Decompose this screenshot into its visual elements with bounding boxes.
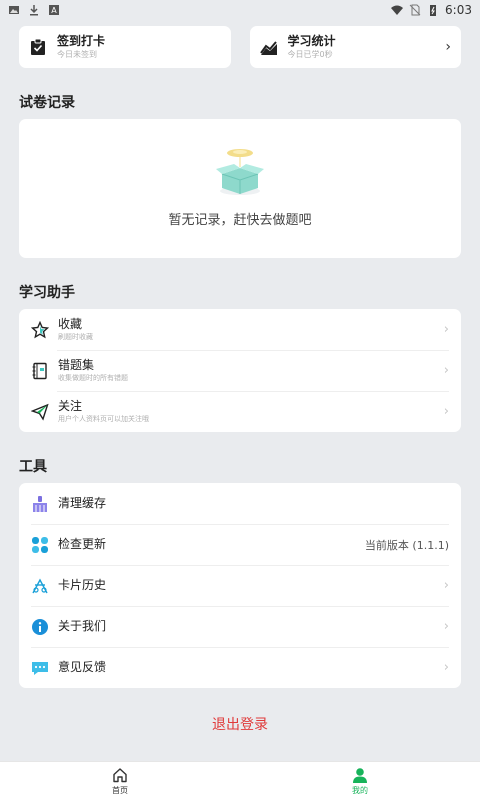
no-sim-icon [409, 4, 421, 16]
tool-item-feedback[interactable]: 意见反馈 › [19, 647, 461, 688]
feedback-icon [32, 661, 48, 675]
checkin-title: 签到打卡 [57, 34, 106, 48]
helper-item-subtitle: 刷题时收藏 [58, 333, 93, 341]
home-icon [113, 767, 127, 782]
paper-plane-icon [31, 403, 49, 421]
chevron-right-icon: › [443, 619, 449, 634]
helper-item-title: 错题集 [58, 358, 95, 372]
update-icon [32, 536, 48, 553]
tools-section-title: 工具 [19, 459, 47, 475]
battery-icon [430, 5, 437, 16]
tab-label: 首页 [112, 785, 128, 795]
tool-item-clear-cache[interactable]: 清理缓存 [19, 483, 461, 524]
tool-item-title: 检查更新 [58, 537, 107, 551]
image-icon [9, 6, 19, 14]
helper-item-mistakes[interactable]: 错题集 收集做题时的所有错题 › [19, 350, 461, 391]
wifi-icon [391, 5, 404, 15]
study-stats-card[interactable]: 学习统计 今日已学0秒 › [249, 26, 461, 68]
chevron-right-icon: › [443, 363, 449, 378]
status-bar: A 6:03 [0, 0, 480, 20]
helper-item-subtitle: 用户个人资料页可以加关注哦 [58, 415, 149, 423]
tools-list: 清理缓存 检查更新 当前版本 (1.1.1) 卡片历史 › 关于我们 › 意见反… [19, 483, 461, 688]
empty-message: 暂无记录，赶快去做题吧 [168, 213, 312, 228]
status-time: 6:03 [445, 3, 472, 17]
logout-button[interactable]: 退出登录 [19, 714, 461, 734]
checkin-subtitle: 今日未签到 [57, 50, 97, 59]
tab-label: 我的 [352, 785, 368, 795]
study-stats-title: 学习统计 [287, 34, 336, 48]
profile-icon [353, 767, 367, 783]
bottom-tab-bar: 首页 我的 [0, 761, 480, 800]
tab-mine[interactable]: 我的 [240, 762, 480, 800]
exam-records-empty-card: 暂无记录，赶快去做题吧 [19, 119, 461, 258]
tab-home[interactable]: 首页 [0, 762, 240, 800]
chevron-right-icon: › [443, 578, 449, 593]
empty-box-icon [216, 149, 264, 195]
tool-item-check-update[interactable]: 检查更新 当前版本 (1.1.1) [19, 524, 461, 565]
app-notification-icon: A [49, 5, 59, 15]
svg-text:A: A [51, 6, 57, 15]
notebook-icon [32, 362, 47, 379]
helper-item-follow[interactable]: 关注 用户个人资料页可以加关注哦 › [19, 391, 461, 432]
tool-item-title: 卡片历史 [58, 578, 107, 592]
chevron-right-icon: › [443, 660, 449, 675]
download-icon [30, 5, 38, 16]
tool-item-card-history[interactable]: 卡片历史 › [19, 565, 461, 606]
broom-icon [33, 495, 47, 512]
clipboard-check-icon [31, 38, 45, 55]
helper-list: 收藏 刷题时收藏 › 错题集 收集做题时的所有错题 › 关注 用户个人资料页可以… [19, 309, 461, 432]
chevron-right-icon: › [443, 404, 449, 419]
helper-item-subtitle: 收集做题时的所有错题 [58, 374, 128, 382]
tool-item-title: 关于我们 [58, 619, 107, 633]
helper-item-title: 关注 [58, 399, 83, 413]
star-icon [31, 320, 49, 338]
card-history-icon [32, 578, 48, 593]
tool-item-about-us[interactable]: 关于我们 › [19, 606, 461, 647]
info-icon [32, 618, 48, 635]
helper-item-favorites[interactable]: 收藏 刷题时收藏 › [19, 309, 461, 350]
version-label: 当前版本 (1.1.1) [364, 538, 449, 552]
study-stats-subtitle: 今日已学0秒 [287, 50, 333, 59]
trend-chart-icon [259, 41, 277, 55]
chevron-right-icon: › [443, 322, 449, 337]
chevron-right-icon: › [445, 39, 451, 55]
exam-section-title: 试卷记录 [19, 95, 75, 111]
tool-item-title: 清理缓存 [58, 496, 107, 510]
helper-item-title: 收藏 [58, 317, 83, 331]
checkin-card[interactable]: 签到打卡 今日未签到 [19, 26, 231, 68]
tool-item-title: 意见反馈 [58, 660, 107, 674]
helper-section-title: 学习助手 [19, 285, 75, 301]
